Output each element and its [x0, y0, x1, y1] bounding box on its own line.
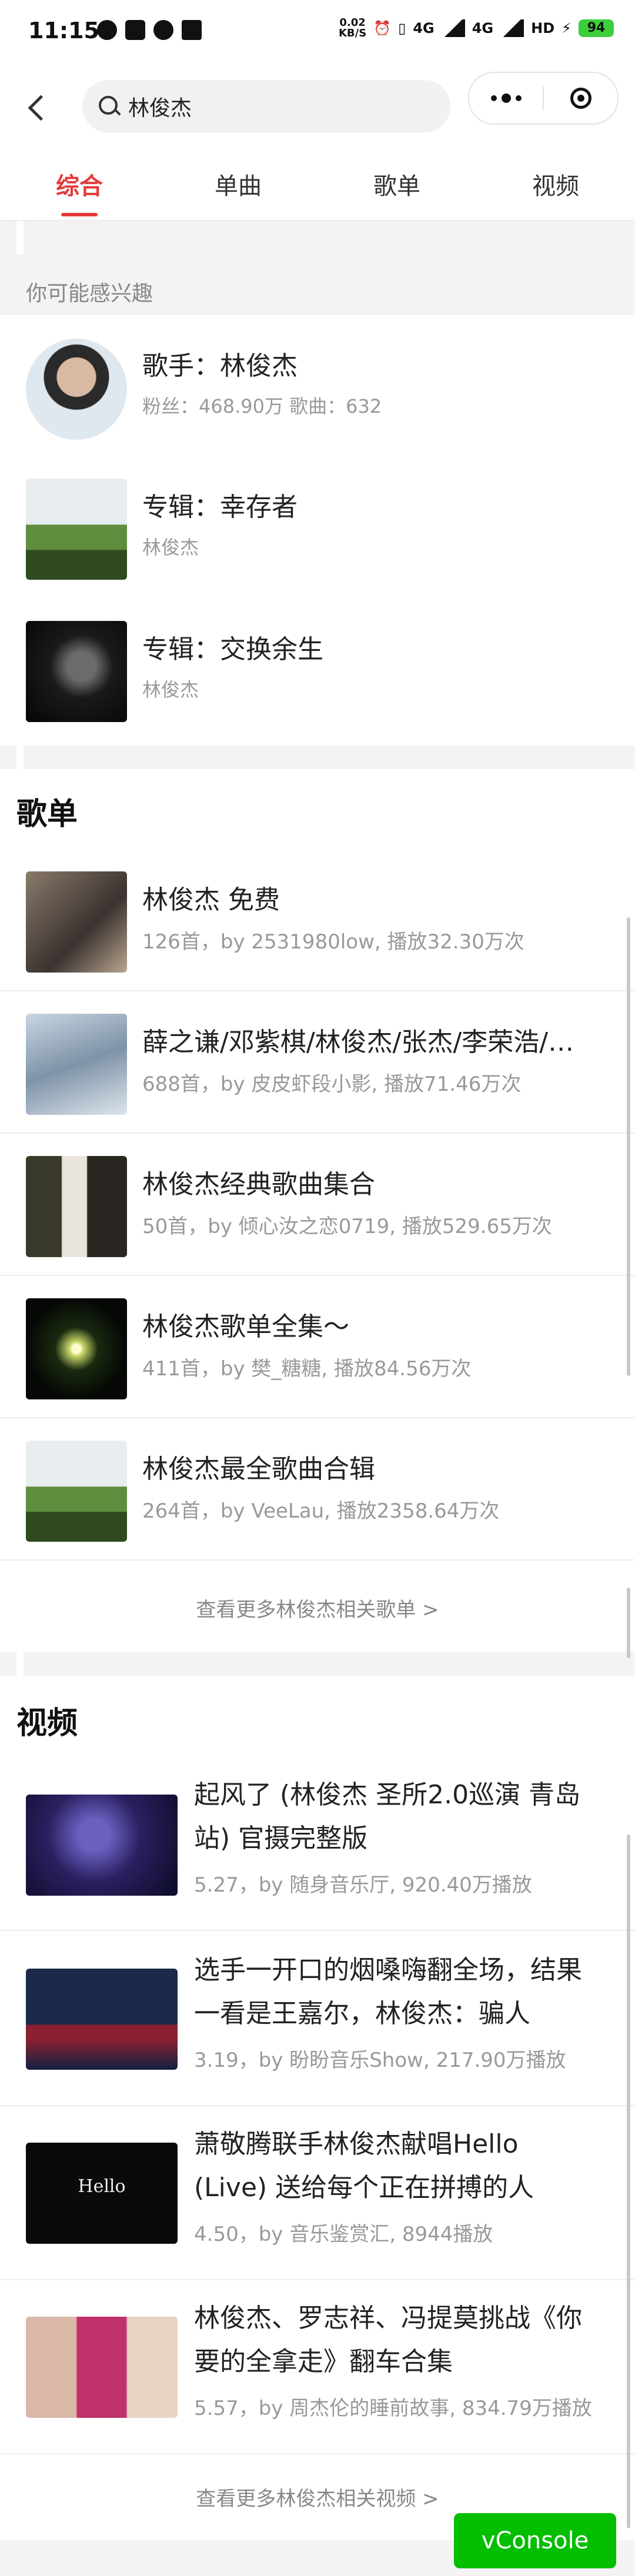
battery-icon: 94	[579, 19, 614, 37]
suggest-item-album[interactable]: 专辑：幸存者 林俊杰	[0, 459, 635, 600]
playlist-meta: 126首，by 2531980low, 播放32.30万次	[142, 930, 524, 954]
video-item[interactable]: 起风了 (林俊杰 圣所2.0巡演 青岛站) 官摄完整版 5.27，by 随身音乐…	[0, 1758, 635, 1931]
playlist-meta: 688首，by 皮皮虾段小影, 播放71.46万次	[142, 1073, 522, 1096]
suggest-sub: 林俊杰	[142, 536, 199, 559]
playlist-meta: 50首，by 倾心汝之恋0719, 播放529.65万次	[142, 1215, 552, 1238]
playlist-title: 林俊杰最全歌曲合辑	[142, 1454, 375, 1484]
search-icon	[98, 95, 121, 118]
nav-header: 林俊杰	[0, 66, 635, 154]
video-thumbnail	[26, 1795, 178, 1896]
video-item[interactable]: 林俊杰、罗志祥、冯提莫挑战《你要的全拿走》翻车合集 5.57，by 周杰伦的睡前…	[0, 2279, 635, 2454]
video-thumbnail	[26, 1969, 178, 2070]
playlist-cover	[26, 1298, 127, 1399]
playlist-title: 林俊杰经典歌曲集合	[142, 1170, 375, 1200]
close-mini-program-icon[interactable]	[544, 73, 617, 123]
tab-videos[interactable]: 视频	[476, 154, 635, 220]
video-meta: 3.19，by 盼盼音乐Show, 217.90万播放	[194, 2049, 566, 2072]
scrollbar[interactable]	[627, 917, 630, 1376]
alarm-icon: ⏰	[373, 20, 392, 36]
album-cover	[26, 479, 127, 580]
playlist-meta: 411首，by 樊_糖糖, 播放84.56万次	[142, 1357, 472, 1381]
scrollbar[interactable]	[627, 1588, 630, 1658]
search-query: 林俊杰	[128, 96, 192, 121]
video-meta: 5.27，by 随身音乐厅, 920.40万播放	[194, 1873, 532, 1897]
video-thumbnail	[26, 2317, 178, 2418]
suggest-list: 歌手：林俊杰 粉丝：468.90万 歌曲：632 专辑：幸存者 林俊杰 专辑：交…	[0, 315, 635, 746]
net-speed: 0.02 KB/S	[338, 16, 367, 39]
notification-icon	[153, 20, 173, 40]
video-title: 选手一开口的烟嗓嗨翻全场，结果一看是王嘉尔，林俊杰：骗人	[194, 1955, 582, 2029]
playlist-title: 薛之谦/邓紫棋/林俊杰/张杰/李荣浩/…	[142, 1027, 574, 1057]
suggest-item-artist[interactable]: 歌手：林俊杰 粉丝：468.90万 歌曲：632	[0, 315, 635, 456]
scrollbar[interactable]	[627, 1835, 630, 2528]
signal-label: 4G	[472, 20, 494, 36]
tab-songs[interactable]: 单曲	[159, 154, 317, 220]
playlist-item[interactable]: 林俊杰歌单全集～ 411首，by 樊_糖糖, 播放84.56万次	[0, 1276, 635, 1418]
signal-icon	[441, 19, 465, 37]
video-title: 萧敬腾联手林俊杰献唱Hello (Live) 送给每个正在拼搏的人	[194, 2129, 534, 2203]
playlist-item[interactable]: 林俊杰 免费 126首，by 2531980low, 播放32.30万次	[0, 849, 635, 991]
more-videos-link[interactable]: 查看更多林俊杰相关视频 >	[0, 2483, 635, 2511]
suggest-title: 专辑：交换余生	[142, 634, 323, 664]
suggest-title: 歌手：林俊杰	[142, 351, 298, 381]
playlist-cover	[26, 871, 127, 973]
video-item[interactable]: 选手一开口的烟嗓嗨翻全场，结果一看是王嘉尔，林俊杰：骗人 3.19，by 盼盼音…	[0, 1931, 635, 2106]
video-item[interactable]: Hello 萧敬腾联手林俊杰献唱Hello (Live) 送给每个正在拼搏的人 …	[0, 2105, 635, 2280]
notification-icon	[182, 20, 202, 40]
suggest-sub: 林俊杰	[142, 679, 199, 701]
playlist-cover	[26, 1156, 127, 1257]
suggest-title: 专辑：幸存者	[142, 492, 298, 522]
notification-icon	[125, 20, 145, 40]
video-section-title: 视频	[16, 1706, 78, 1741]
section-divider	[0, 746, 635, 769]
back-icon[interactable]	[21, 91, 56, 126]
playlist-item[interactable]: 林俊杰经典歌曲集合 50首，by 倾心汝之恋0719, 播放529.65万次	[0, 1134, 635, 1276]
charging-icon: ⚡	[562, 20, 572, 36]
suggest-section-title: 你可能感兴趣	[26, 282, 153, 306]
thumbnail-text: Hello	[78, 2176, 126, 2197]
video-title: 林俊杰、罗志祥、冯提莫挑战《你要的全拿走》翻车合集	[194, 2303, 582, 2377]
tab-all[interactable]: 综合	[0, 154, 159, 220]
playlist-item[interactable]: 薛之谦/邓紫棋/林俊杰/张杰/李荣浩/… 688首，by 皮皮虾段小影, 播放7…	[0, 991, 635, 1134]
video-meta: 5.57，by 周杰伦的睡前故事, 834.79万播放	[194, 2397, 592, 2420]
playlist-meta: 264首，by VeeLau, 播放2358.64万次	[142, 1499, 500, 1523]
playlist-title: 林俊杰 免费	[142, 885, 280, 915]
artist-avatar	[26, 339, 127, 440]
vibrate-icon: ▯	[398, 20, 406, 36]
album-cover	[26, 621, 127, 722]
mini-program-capsule	[468, 72, 619, 125]
more-playlists-link[interactable]: 查看更多林俊杰相关歌单 >	[0, 1593, 635, 1622]
tab-bar: 综合 单曲 歌单 视频	[0, 154, 635, 221]
signal-icon	[500, 19, 524, 37]
notification-icons	[97, 20, 202, 40]
divider	[16, 221, 24, 254]
video-meta: 4.50，by 音乐鉴赏汇, 8944播放	[194, 2223, 493, 2246]
playlist-item[interactable]: 林俊杰最全歌曲合辑 264首，by VeeLau, 播放2358.64万次	[0, 1418, 635, 1561]
divider	[16, 1652, 24, 1676]
playlist-title: 林俊杰歌单全集～	[142, 1312, 349, 1342]
more-icon[interactable]	[469, 73, 543, 123]
suggest-item-album[interactable]: 专辑：交换余生 林俊杰	[0, 601, 635, 742]
playlist-cover	[26, 1014, 127, 1115]
suggest-sub: 粉丝：468.90万 歌曲：632	[142, 395, 382, 417]
section-divider	[0, 1652, 635, 1676]
playlist-section-title: 歌单	[16, 797, 78, 832]
status-bar: 11:15 0.02 KB/S ⏰ ▯ 4G 4G HD ⚡ 94	[0, 0, 635, 66]
video-title: 起风了 (林俊杰 圣所2.0巡演 青岛站) 官摄完整版	[194, 1780, 581, 1853]
vconsole-button[interactable]: vConsole	[454, 2513, 616, 2568]
video-thumbnail: Hello	[26, 2143, 178, 2244]
hd-label: HD	[531, 20, 555, 36]
notification-icon	[97, 20, 117, 40]
divider	[16, 746, 24, 769]
signal-label: 4G	[413, 20, 435, 36]
tab-playlists[interactable]: 歌单	[317, 154, 476, 220]
system-indicators: 0.02 KB/S ⏰ ▯ 4G 4G HD ⚡ 94	[339, 18, 614, 39]
playlist-cover	[26, 1441, 127, 1542]
status-time: 11:15	[28, 18, 99, 44]
search-input[interactable]: 林俊杰	[82, 80, 450, 133]
